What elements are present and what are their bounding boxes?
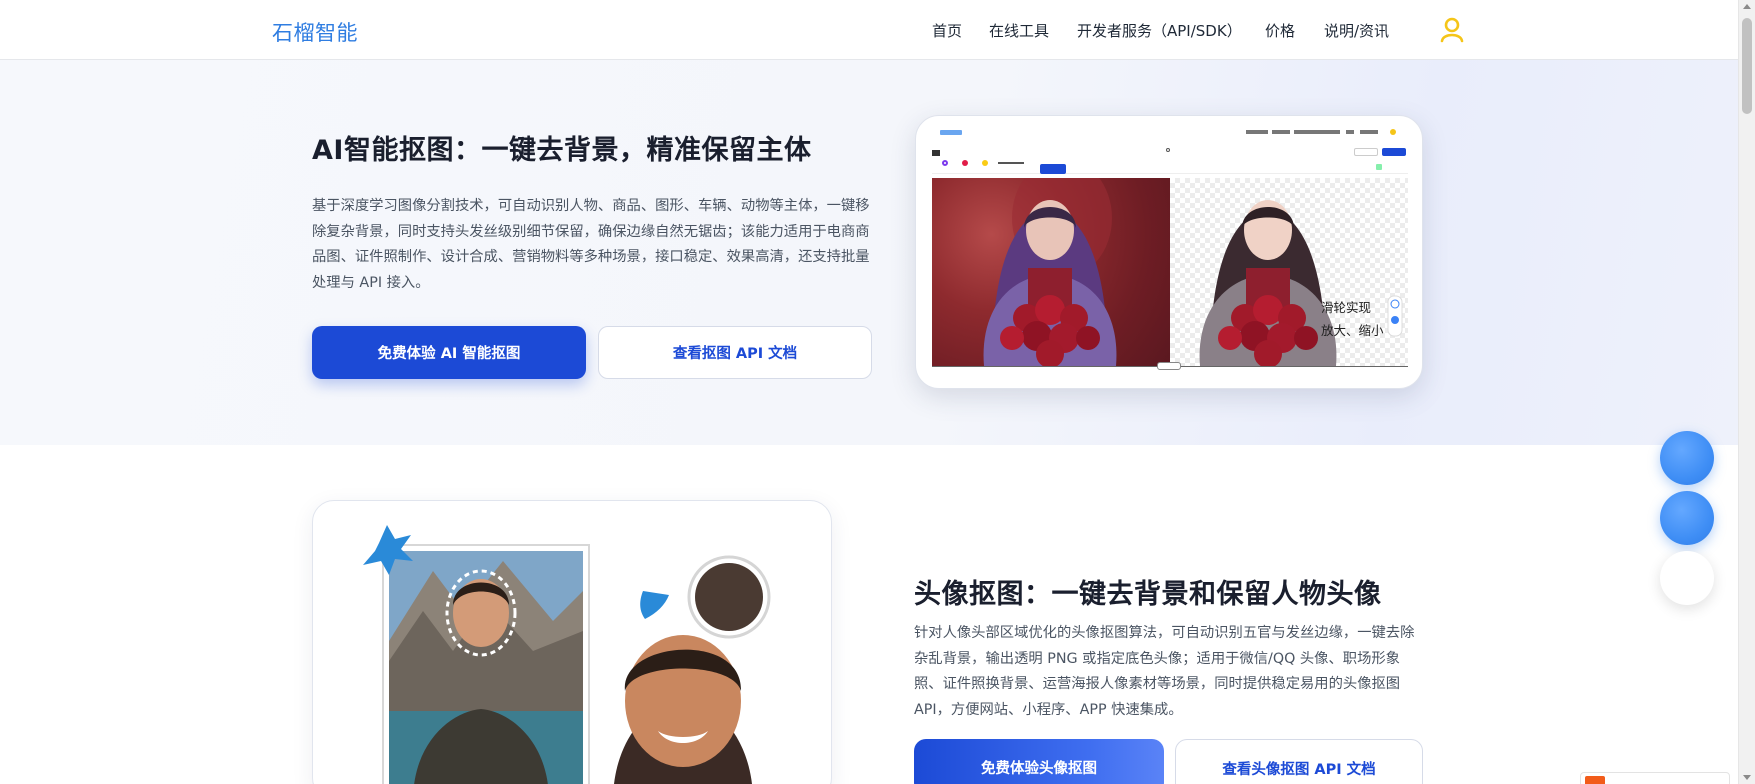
- avatar-cutout-illustration: [363, 525, 771, 784]
- preview-mini-toolbar: [932, 146, 1408, 174]
- nav-item-online-tools[interactable]: 在线工具: [989, 20, 1049, 41]
- float-back-to-top-button[interactable]: [1660, 551, 1714, 605]
- preview-caption-line1: 滑轮实现: [1321, 300, 1372, 315]
- avatar-section-description: 针对人像头部区域优化的头像抠图算法，可自动识别五官与发丝边缘，一键去除杂乱背景，…: [914, 625, 1415, 718]
- preview-compare-handle: [1157, 362, 1181, 370]
- preview-zoom-caption: 滑轮实现 放大、缩小: [1321, 296, 1384, 342]
- float-contact-button[interactable]: [1660, 491, 1714, 545]
- avatar-section-title: 头像抠图：一键去背景和保留人物头像: [914, 579, 1382, 610]
- avatar-cutout-illustration-card: [312, 500, 832, 784]
- hero-description: 基于深度学习图像分割技术，可自动识别人物、商品、图形、车辆、动物等主体，一键移除…: [312, 198, 870, 291]
- nav-item-docs-news[interactable]: 说明/资讯: [1324, 20, 1389, 41]
- site-logo[interactable]: 石榴智能: [272, 17, 358, 47]
- avatar-api-docs-button[interactable]: 查看头像抠图 API 文档: [1175, 739, 1423, 784]
- scrollbar-thumb[interactable]: [1742, 18, 1752, 114]
- try-avatar-cutout-button[interactable]: 免费体验头像抠图: [914, 739, 1164, 784]
- hero-title: AI智能抠图：一键去背景，精准保留主体: [312, 135, 812, 166]
- cutout-api-docs-button[interactable]: 查看抠图 API 文档: [598, 326, 872, 379]
- try-ai-cutout-button[interactable]: 免费体验 AI 智能抠图: [312, 326, 586, 379]
- preview-mini-button: [1040, 164, 1066, 174]
- top-nav-bar: 石榴智能 首页 在线工具 开发者服务（API/SDK） 价格 说明/资讯: [0, 0, 1738, 60]
- widget-icon: [1585, 776, 1605, 784]
- cutout-preview-card: 滑轮实现 放大、缩小: [915, 115, 1423, 389]
- scroll-down-icon[interactable]: [1743, 775, 1751, 780]
- nav-item-developer-api[interactable]: 开发者服务（API/SDK）: [1077, 20, 1242, 41]
- nav-item-pricing[interactable]: 价格: [1265, 20, 1295, 41]
- preview-mini-header: [932, 129, 1408, 140]
- float-chat-button[interactable]: [1660, 431, 1714, 485]
- nav-item-home[interactable]: 首页: [932, 20, 962, 41]
- bottom-corner-widget[interactable]: [1580, 772, 1730, 784]
- user-icon[interactable]: [1440, 17, 1464, 43]
- preview-caption-line2: 放大、缩小: [1321, 323, 1384, 338]
- page-scrollbar[interactable]: [1738, 0, 1755, 784]
- scroll-up-icon[interactable]: [1743, 4, 1751, 9]
- original-photo-woman-roses: [932, 178, 1170, 366]
